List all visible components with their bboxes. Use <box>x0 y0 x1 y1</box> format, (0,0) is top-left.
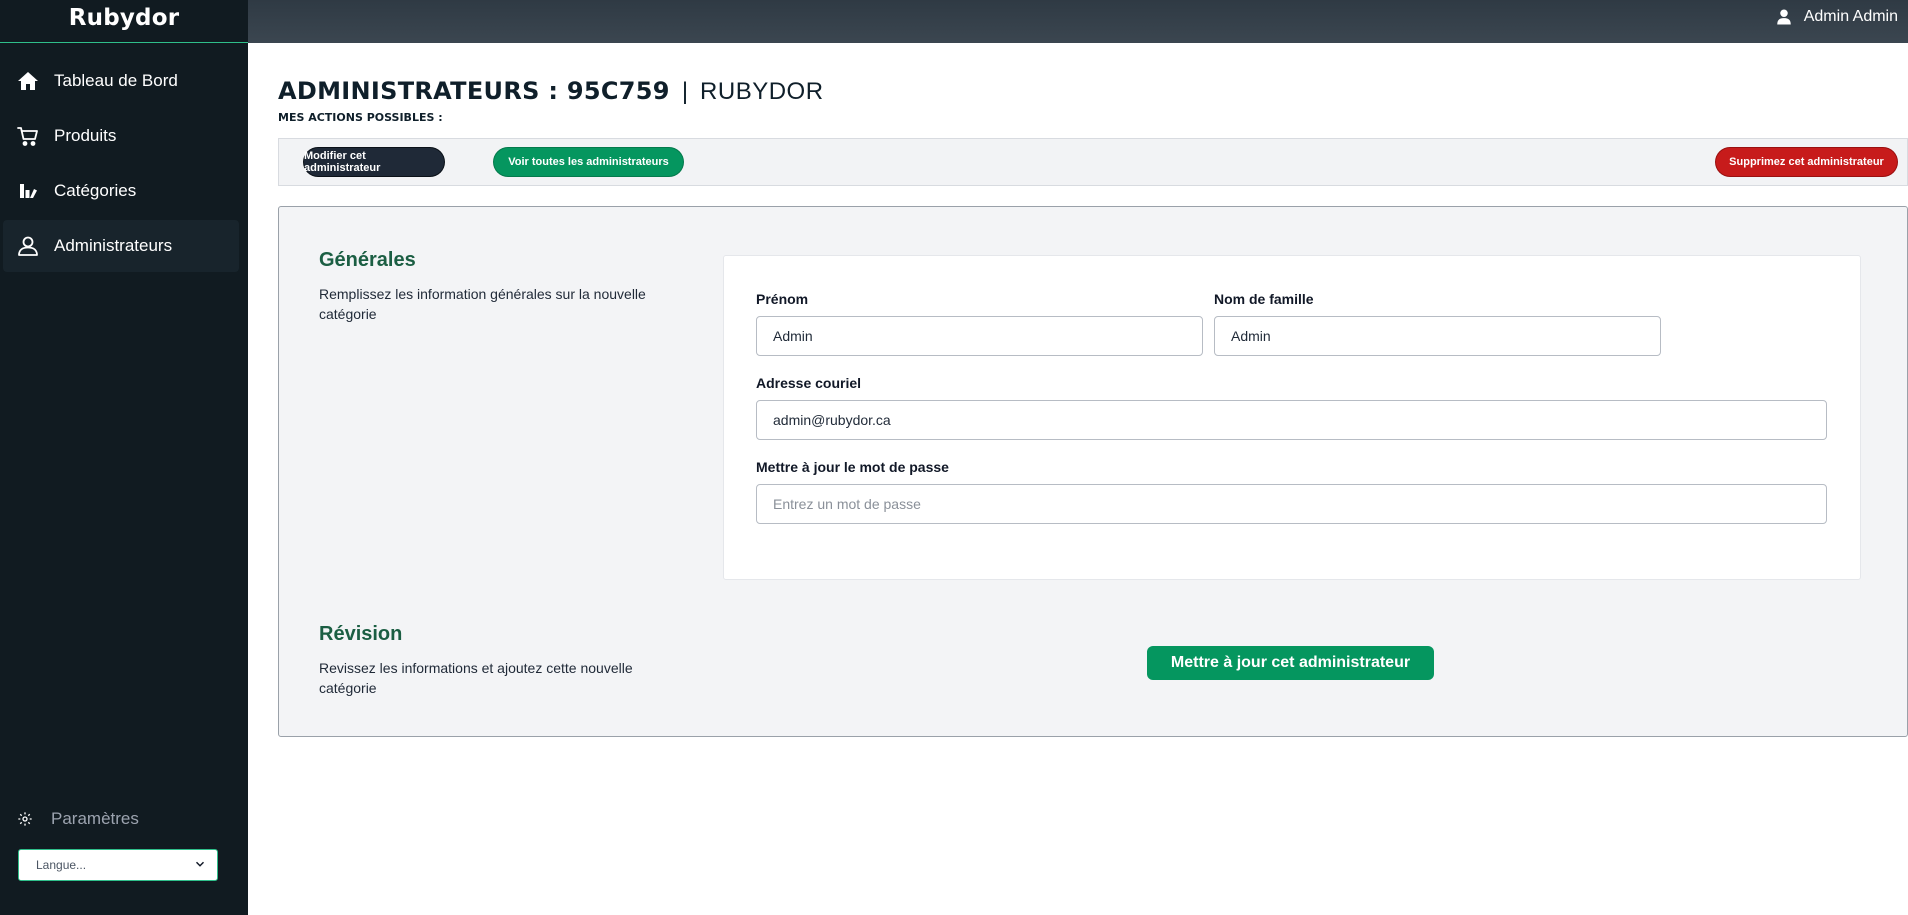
first-name-input[interactable]: Admin <box>756 316 1203 356</box>
chevron-down-icon <box>193 857 207 874</box>
password-input[interactable]: Entrez un mot de passe <box>756 484 1827 524</box>
last-name-input[interactable]: Admin <box>1214 316 1661 356</box>
first-name-label: Prénom <box>756 291 809 307</box>
delete-admin-button[interactable]: Supprimez cet administrateur <box>1716 148 1897 176</box>
edit-form-panel: Générales Remplissez les information gén… <box>278 206 1908 737</box>
password-label: Mettre à jour le mot de passe <box>756 459 949 475</box>
categories-icon <box>15 178 41 204</box>
email-input[interactable]: admin@rubydor.ca <box>756 400 1827 440</box>
view-all-admins-button[interactable]: Voir toutes les administrateurs <box>494 148 683 176</box>
sidebar-item-label: Administrateurs <box>54 236 173 255</box>
general-form-card: Prénom Admin Nom de famille Admin Adress… <box>723 255 1861 580</box>
page-title-separator: | <box>681 78 689 105</box>
actions-label: MES ACTIONS POSSIBLES : <box>278 111 443 124</box>
review-section-description: Revissez les informations et ajoutez cet… <box>319 660 633 696</box>
sidebar: Rubydor Tableau de Bord Produits Catégor… <box>0 0 248 915</box>
user-menu[interactable]: Admin Admin <box>1775 8 1898 26</box>
sidebar-item-tableau-de-bord[interactable]: Tableau de Bord <box>3 55 239 107</box>
settings-link[interactable]: Paramètres <box>0 802 248 836</box>
user-avatar-icon <box>1775 8 1793 26</box>
settings-label: Paramètres <box>51 809 139 828</box>
sidebar-item-categories[interactable]: Catégories <box>3 165 239 217</box>
email-label: Adresse couriel <box>756 375 862 391</box>
sidebar-item-produits[interactable]: Produits <box>3 110 239 162</box>
review-section-title: Révision <box>319 623 403 645</box>
user-name: Admin Admin <box>1803 7 1898 25</box>
general-section-title: Générales <box>319 249 416 271</box>
sidebar-nav: Tableau de Bord Produits Catégories Admi… <box>0 55 248 272</box>
cart-icon <box>15 123 41 149</box>
sidebar-item-label: Produits <box>54 126 117 145</box>
brand-name: Rubydor <box>68 5 180 31</box>
language-select-value: Langue... <box>36 858 87 872</box>
actions-bar: Modifier cet administrateur Voir toutes … <box>278 138 1908 186</box>
page-title-sub: RUBYDOR <box>700 78 824 105</box>
page-title: ADMINISTRATEURS : 95C759 | RUBYDOR <box>278 77 824 106</box>
sidebar-item-label: Tableau de Bord <box>54 71 178 90</box>
gear-icon <box>15 809 35 829</box>
home-icon <box>15 68 41 94</box>
language-select[interactable]: Langue... <box>18 849 218 881</box>
top-bar: Admin Admin <box>248 0 1908 43</box>
last-name-label: Nom de famille <box>1214 291 1314 307</box>
sidebar-item-label: Catégories <box>54 181 137 200</box>
brand-logo[interactable]: Rubydor <box>0 0 248 43</box>
edit-admin-button[interactable]: Modifier cet administrateur <box>304 148 444 176</box>
user-icon <box>15 233 41 259</box>
general-section-description: Remplissez les information générales sur… <box>319 286 646 322</box>
sidebar-item-administrateurs[interactable]: Administrateurs <box>3 220 239 272</box>
page-title-main: ADMINISTRATEURS : 95C759 <box>278 77 670 105</box>
update-admin-button[interactable]: Mettre à jour cet administrateur <box>1147 646 1434 680</box>
